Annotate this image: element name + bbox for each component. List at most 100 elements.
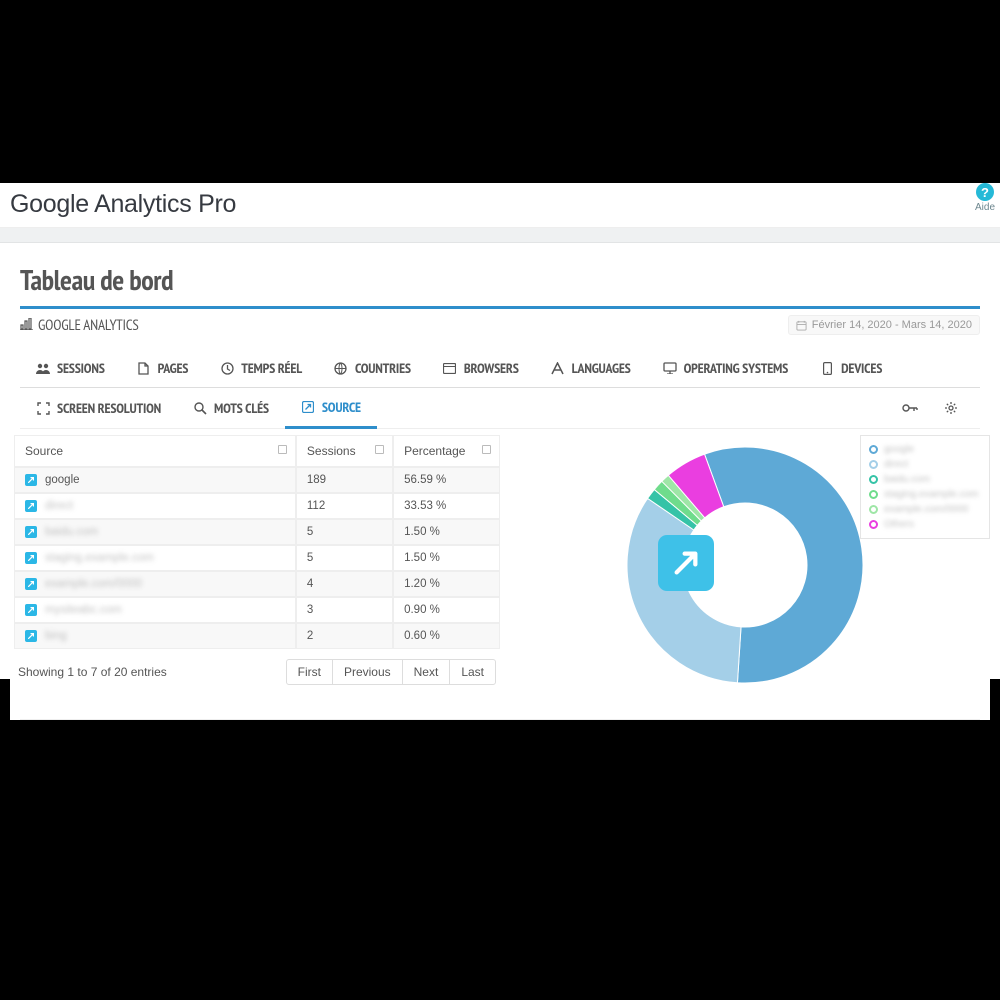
table-row: bing20.60 %	[14, 623, 500, 649]
countries-icon	[334, 361, 348, 375]
external-link-icon	[25, 474, 37, 486]
cell-sessions: 2	[296, 623, 393, 649]
bar-chart-icon	[20, 316, 34, 335]
cell-percentage: 1.50 %	[393, 519, 500, 545]
sort-indicator	[375, 445, 384, 454]
cell-sessions: 5	[296, 545, 393, 571]
tab-label: BROWSERS	[464, 359, 519, 377]
legend-item[interactable]: example.com/0000	[869, 502, 981, 517]
gear-icon[interactable]	[944, 401, 958, 415]
tab-screen-resolution[interactable]: SCREEN RESOLUTION	[20, 388, 177, 428]
tab-devices[interactable]: DEVICES	[804, 349, 898, 387]
legend-item[interactable]: google	[869, 442, 981, 457]
legend-swatch	[869, 475, 878, 484]
key-icon[interactable]	[902, 401, 916, 415]
external-link-icon	[25, 500, 37, 512]
date-range-picker[interactable]: Février 14, 2020 - Mars 14, 2020	[788, 315, 980, 335]
panel-actions	[902, 401, 980, 415]
legend-swatch	[869, 505, 878, 514]
legend-item[interactable]: baidu.com	[869, 472, 981, 487]
source-label: google	[45, 474, 80, 486]
external-link-icon	[25, 578, 37, 590]
legend-item[interactable]: direct	[869, 457, 981, 472]
tab-countries[interactable]: COUNTRIES	[318, 349, 427, 387]
app-title: Google Analytics Pro	[0, 183, 1000, 219]
divider	[0, 228, 1000, 243]
external-link-icon	[25, 526, 37, 538]
sort-indicator	[278, 445, 287, 454]
tab-label: COUNTRIES	[355, 359, 411, 377]
help-icon: ?	[976, 183, 994, 201]
operating-systems-icon	[663, 361, 677, 375]
pager-previous[interactable]: Previous	[332, 659, 403, 685]
tab-label: PAGES	[158, 359, 189, 377]
source-label: direct	[45, 500, 73, 512]
legend-label: Others	[884, 519, 914, 530]
sort-indicator	[482, 445, 491, 454]
pager-last[interactable]: Last	[449, 659, 496, 685]
source-label: mysiteabc.com	[45, 604, 122, 616]
cell-source: direct	[14, 493, 296, 519]
tab-operating-systems[interactable]: OPERATING SYSTEMS	[647, 349, 804, 387]
cell-percentage: 1.50 %	[393, 545, 500, 571]
external-link-icon	[25, 630, 37, 642]
cell-percentage: 0.60 %	[393, 623, 500, 649]
table-row: baidu.com 51.50 %	[14, 519, 500, 545]
subheader-left: GOOGLE ANALYTICS	[20, 316, 139, 335]
tab-browsers[interactable]: BROWSERS	[427, 349, 535, 387]
cell-sessions: 3	[296, 597, 393, 623]
legend-item[interactable]: staging.example.com	[869, 487, 981, 502]
tab-source[interactable]: SOURCE	[285, 388, 377, 429]
tab-temps-r-el[interactable]: TEMPS RÉEL	[204, 349, 318, 387]
table-row: staging.example.com 51.50 %	[14, 545, 500, 571]
legend-swatch	[869, 460, 878, 469]
cell-percentage: 33.53 %	[393, 493, 500, 519]
table-row: mysiteabc.com30.90 %	[14, 597, 500, 623]
help-button[interactable]: ? Aide	[975, 183, 995, 213]
source-label: baidu.com	[45, 526, 98, 538]
col-sessions[interactable]: Sessions	[296, 435, 393, 467]
tab-sessions[interactable]: SESSIONS	[20, 349, 121, 387]
tab-label: LANGUAGES	[572, 359, 631, 377]
legend-swatch	[869, 520, 878, 529]
external-link-icon	[658, 535, 714, 591]
source-label: staging.example.com	[45, 552, 154, 564]
tab-mots-cl-s[interactable]: MOTS CLÉS	[177, 388, 285, 428]
title-underline	[20, 306, 980, 309]
cell-source: mysiteabc.com	[14, 597, 296, 623]
legend-swatch	[869, 490, 878, 499]
dashboard-panel: Tableau de bord GOOGLE ANALYTICS Février…	[10, 243, 990, 720]
cell-source: bing	[14, 623, 296, 649]
devices-icon	[820, 361, 834, 375]
cell-sessions: 189	[296, 467, 393, 493]
tabs-container: SESSIONS PAGES TEMPS RÉEL COUNTRIES BROWSERS…	[10, 349, 990, 429]
help-label: Aide	[975, 202, 995, 213]
tab-languages[interactable]: LANGUAGES	[535, 349, 647, 387]
col-percentage[interactable]: Percentage	[393, 435, 500, 467]
pager-first[interactable]: First	[286, 659, 333, 685]
pages-icon	[137, 361, 151, 375]
chart-wrap: google direct baidu.com staging.example.com…	[500, 435, 990, 695]
external-link-icon	[25, 604, 37, 616]
cell-source: baidu.com	[14, 519, 296, 545]
table-row: example.com/000041.20 %	[14, 571, 500, 597]
table-footer: Showing 1 to 7 of 20 entries First Previ…	[14, 649, 500, 685]
content-row: SourceSessionsPercentage google 18956.59 …	[10, 429, 990, 695]
cell-percentage: 56.59 %	[393, 467, 500, 493]
legend-item[interactable]: Others	[869, 517, 981, 532]
source-label: example.com/0000	[45, 578, 142, 590]
app-window: Google Analytics Pro ? Aide Tableau de b…	[0, 183, 1000, 679]
source-icon	[301, 400, 315, 414]
legend-label: direct	[884, 459, 908, 470]
mots-cl-s-icon	[193, 401, 207, 415]
date-range-label: Février 14, 2020 - Mars 14, 2020	[812, 319, 972, 331]
sessions-icon	[36, 361, 50, 375]
legend-label: baidu.com	[884, 474, 930, 485]
cell-sessions: 5	[296, 519, 393, 545]
col-source[interactable]: Source	[14, 435, 296, 467]
table-entries-info: Showing 1 to 7 of 20 entries	[18, 665, 167, 679]
tab-pages[interactable]: PAGES	[121, 349, 205, 387]
tab-label: MOTS CLÉS	[214, 399, 269, 417]
pager-next[interactable]: Next	[402, 659, 451, 685]
tab-label: SESSIONS	[57, 359, 105, 377]
